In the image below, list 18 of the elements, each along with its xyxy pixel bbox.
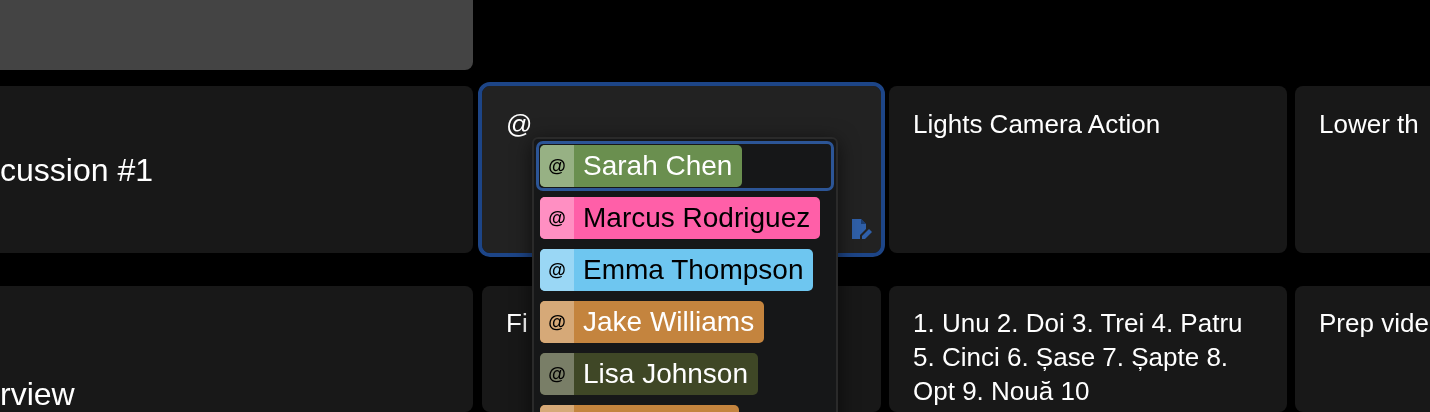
mention-tag: @ Emma Thompson xyxy=(540,249,814,291)
card-text: Prep vide xyxy=(1319,307,1429,340)
card-text: Lower th xyxy=(1319,108,1419,141)
mention-tag: @ Lisa Johnson xyxy=(540,353,758,395)
row-title: rview xyxy=(0,376,75,412)
card-text: Lights Camera Action xyxy=(913,108,1161,141)
card-text: 1. Unu 2. Doi 3. Trei 4. Patru 5. Cinci 6. Șase 7. Șapte 8. Opt 9. Nouă 10 xyxy=(913,307,1244,408)
mention-tag: @ Marcus Rodriguez xyxy=(540,197,821,239)
mention-option[interactable]: @ Marcus Rodriguez xyxy=(536,193,834,243)
mention-option[interactable]: @ Lisa Johnson xyxy=(536,349,834,399)
mention-option[interactable]: @ Sarah Chen xyxy=(536,141,834,191)
mention-tag: @ Sarah Chen xyxy=(540,145,743,187)
mention-option[interactable]: @ Jake Williams xyxy=(536,297,834,347)
mention-tag: @ Jake Williams xyxy=(540,301,765,343)
document-edit-icon[interactable] xyxy=(849,217,873,241)
row-title: cussion #1 xyxy=(0,151,153,188)
mention-option[interactable]: @ Emma Thompson xyxy=(536,245,834,295)
card-text: Fi xyxy=(506,307,528,340)
